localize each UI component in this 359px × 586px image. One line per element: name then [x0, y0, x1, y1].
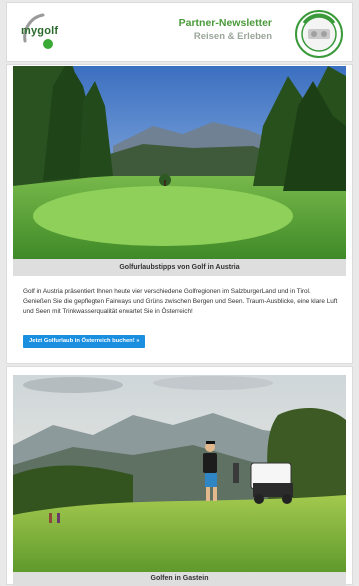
article-body-text: Golf in Austria präsentiert Ihnen heute … [23, 288, 338, 315]
golfer-with-cart-image [13, 375, 346, 572]
article-golf-austria: Golfurlaubstipps von Golf in Austria Gol… [6, 64, 353, 364]
golf-course-image [13, 66, 346, 259]
partner-badge-icon [295, 10, 343, 58]
logo-text: mygolf [21, 25, 59, 37]
logo-dot-icon [43, 39, 53, 49]
book-golf-austria-button[interactable]: Jetzt Golfurlaub in Österreich buchen! » [23, 335, 146, 348]
newsletter-title: Partner-Newsletter [178, 17, 272, 29]
article-caption: Golfurlaubstipps von Golf in Austria [13, 259, 346, 276]
golf-course-photo[interactable] [13, 66, 346, 259]
newsletter-subtitle: Reisen & Erleben [193, 31, 272, 42]
article-golfen-gastein: Golfen in Gastein [6, 366, 353, 586]
newsletter-header: mygolf Partner-Newsletter Reisen & Erleb… [6, 2, 353, 62]
gastein-golfer-photo[interactable] [13, 375, 346, 572]
article-caption: Golfen in Gastein [13, 572, 346, 586]
